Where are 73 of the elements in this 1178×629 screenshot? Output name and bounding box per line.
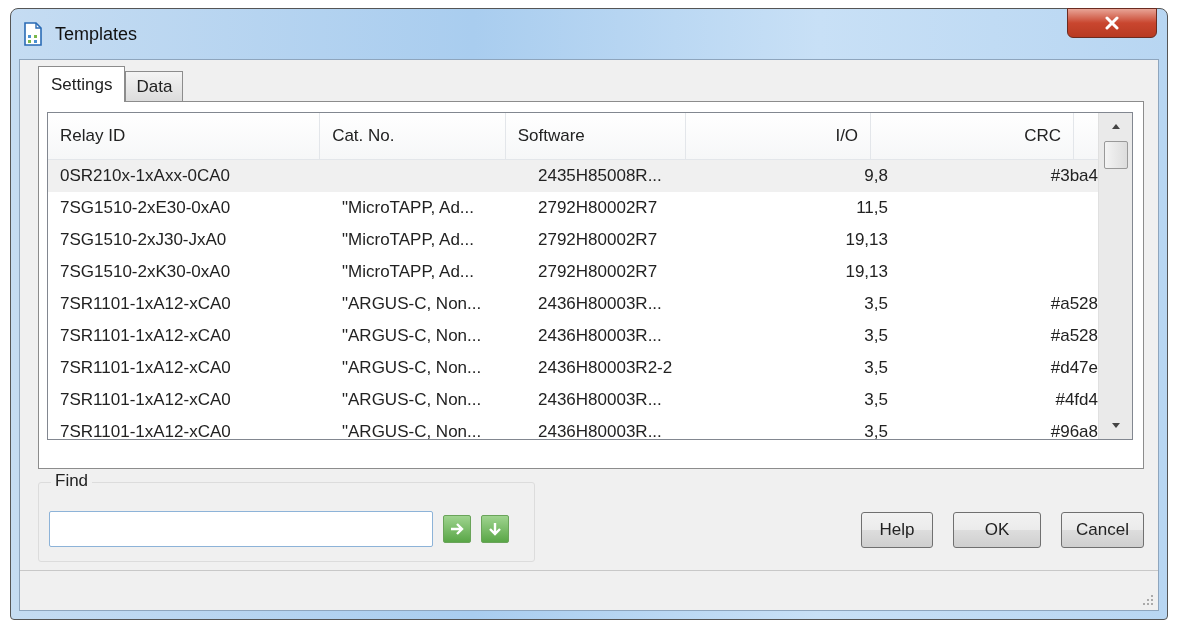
table-cell: 7SG1510-2xJ30-JxA0 xyxy=(60,230,227,250)
table-cell: "MicroTAPP, Ad... xyxy=(342,262,474,282)
table-cell: "MicroTAPP, Ad... xyxy=(342,230,474,250)
dialog-button[interactable]: Help xyxy=(861,512,934,549)
table-row[interactable]: 7SG1510-2xK30-0xA0 "MicroTAPP, Ad... 2792H80002R7 19,13 xyxy=(48,256,1098,288)
table-cell: 0SR210x-1xAxx-0CA0 xyxy=(60,166,231,186)
down-arrow-icon xyxy=(487,521,503,538)
find-down-button[interactable] xyxy=(481,515,509,544)
document-icon xyxy=(23,22,43,46)
table-cell: 2436H80003R2-2 xyxy=(538,358,673,378)
table-cell: "ARGUS-C, Non... xyxy=(342,358,482,378)
table-cell: 2792H80002R7 xyxy=(538,230,658,250)
table-row[interactable]: 0SR210x-1xAxx-0CA0 2435H85008R... 9,8 #3ba4 xyxy=(48,160,1098,192)
resize-grip-icon[interactable] xyxy=(1142,594,1154,606)
tab[interactable]: Settings xyxy=(38,66,126,102)
table-cell: 7SG1510-2xE30-0xA0 xyxy=(60,198,231,218)
table-cell: #4fd4 xyxy=(1055,390,1098,410)
table-cell: "MicroTAPP, Ad... xyxy=(342,198,474,218)
table-cell: 9,8 xyxy=(864,166,888,186)
table-cell: 7SG1510-2xK30-0xA0 xyxy=(60,262,231,282)
close-icon xyxy=(1104,16,1120,30)
table-cell: 7SR1101-1xA12-xCA0 xyxy=(60,422,231,439)
table-cell: 2435H85008R... xyxy=(538,166,662,186)
table-cell: 7SR1101-1xA12-xCA0 xyxy=(60,390,231,410)
table-cell: "ARGUS-C, Non... xyxy=(342,326,482,346)
table-row[interactable]: 7SR1101-1xA12-xCA0 "ARGUS-C, Non... 2436H80003R... 3,5 #4fd4 xyxy=(48,384,1098,416)
table-cell: "ARGUS-C, Non... xyxy=(342,422,482,439)
table-cell: 3,5 xyxy=(864,294,888,314)
table-cell: 7SR1101-1xA12-xCA0 xyxy=(60,326,231,346)
table-row[interactable]: 7SG1510-2xE30-0xA0 "MicroTAPP, Ad... 2792H80002R7 11,5 xyxy=(48,192,1098,224)
dialog-button[interactable]: Cancel xyxy=(1061,512,1144,549)
column-header[interactable]: Cat. No. xyxy=(320,113,506,159)
table-row[interactable]: 7SG1510-2xJ30-JxA0 "MicroTAPP, Ad... 2792H80002R7 19,13 xyxy=(48,224,1098,256)
table-cell: 19,13 xyxy=(845,230,888,250)
find-field[interactable] xyxy=(49,511,433,548)
table-cell: #d47e xyxy=(1050,358,1098,378)
table-cell: 3,5 xyxy=(864,326,888,346)
find-next-button[interactable] xyxy=(443,515,471,544)
table-cell: 11,5 xyxy=(856,198,888,218)
table-cell: #a528 xyxy=(1050,294,1098,314)
table-cell: 3,5 xyxy=(864,390,888,410)
table-cell: #96a8 xyxy=(1050,422,1098,439)
scrollbar[interactable] xyxy=(1098,113,1132,439)
window-title: Templates xyxy=(55,23,138,45)
table-cell: "ARGUS-C, Non... xyxy=(342,294,482,314)
scroll-thumb[interactable] xyxy=(1103,141,1128,169)
table-cell: 19,13 xyxy=(845,262,888,282)
column-header[interactable]: Software xyxy=(505,113,686,159)
table-cell: 2792H80002R7 xyxy=(538,262,658,282)
table-cell: 2436H80003R... xyxy=(538,326,662,346)
table-cell: 2792H80002R7 xyxy=(538,198,658,218)
table-cell: #a528 xyxy=(1050,326,1098,346)
dialog-button[interactable]: OK xyxy=(953,512,1042,549)
table-row[interactable]: 7SR1101-1xA12-xCA0 "ARGUS-C, Non... 2436H80003R... 3,5 #a528 xyxy=(48,320,1098,352)
scroll-down-icon[interactable] xyxy=(1110,423,1121,429)
table-row[interactable]: 7SR1101-1xA12-xCA0 "ARGUS-C, Non... 2436H80003R... 3,5 #a528 xyxy=(48,288,1098,320)
table-cell: 7SR1101-1xA12-xCA0 xyxy=(60,294,231,314)
table-row[interactable]: 7SR1101-1xA12-xCA0 "ARGUS-C, Non... 2436H80003R2-2 3,5 #d47e xyxy=(48,352,1098,384)
scroll-up-icon[interactable] xyxy=(1110,123,1121,129)
table-cell: 3,5 xyxy=(864,422,888,439)
column-header[interactable]: Relay ID xyxy=(48,113,321,159)
table-cell: 2436H80003R... xyxy=(538,294,662,314)
table-cell: 7SR1101-1xA12-xCA0 xyxy=(60,358,231,378)
table-cell: 2436H80003R... xyxy=(538,390,662,410)
table-cell: 2436H80003R... xyxy=(538,422,662,439)
table-cell: "ARGUS-C, Non... xyxy=(342,390,482,410)
close-button[interactable] xyxy=(1067,8,1157,38)
table-cell: #3ba4 xyxy=(1050,166,1098,186)
column-header[interactable]: CRC xyxy=(871,113,1074,159)
table-cell: 3,5 xyxy=(864,358,888,378)
column-header[interactable]: I/O xyxy=(685,113,872,159)
table-row[interactable]: 7SR1101-1xA12-xCA0 "ARGUS-C, Non... 2436H80003R... 3,5 #96a8 xyxy=(48,416,1098,439)
tab[interactable]: Data xyxy=(125,71,184,101)
